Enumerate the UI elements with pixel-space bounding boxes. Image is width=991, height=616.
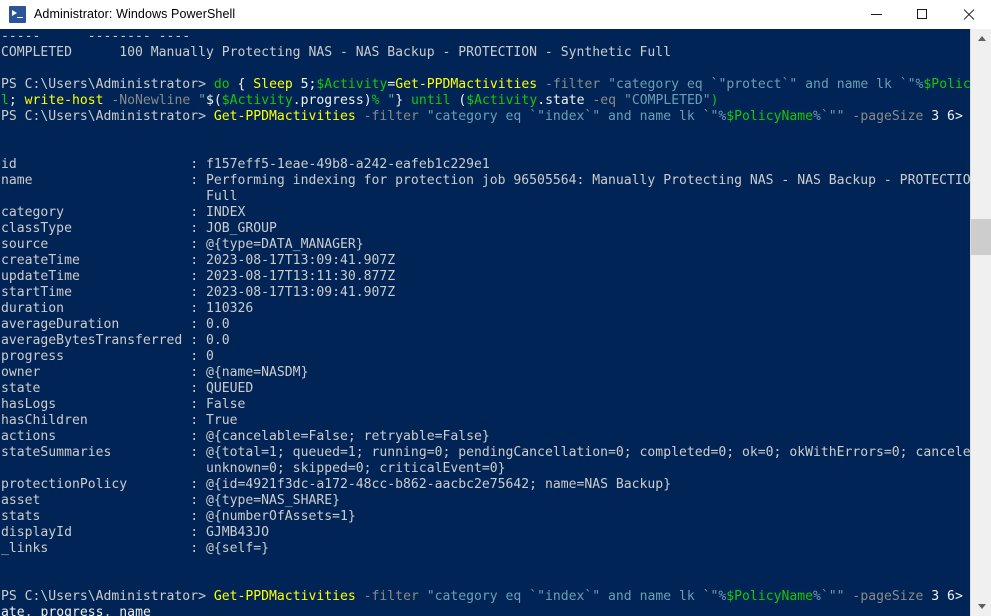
scroll-down-arrow-icon (977, 604, 986, 609)
minimize-button[interactable] (853, 0, 899, 28)
close-button[interactable] (945, 0, 991, 28)
property-averageduration: averageDuration : 0.0 (1, 317, 230, 332)
property-name: name : Performing indexing for protectio… (1, 173, 970, 188)
maximize-icon (917, 9, 927, 19)
scroll-down-button[interactable] (971, 597, 991, 616)
property-state: state : QUEUED (1, 381, 254, 396)
property-category: category : INDEX (1, 205, 246, 220)
title-bar[interactable]: Administrator: Windows PowerShell (0, 0, 991, 29)
vertical-scrollbar[interactable] (970, 29, 991, 616)
window-controls (853, 0, 991, 28)
command-line-index-pagesize: PS C:\Users\Administrator> Get-PPDMactiv… (1, 109, 963, 124)
property-haslogs: hasLogs : False (1, 397, 246, 412)
property-protectionpolicy: protectionPolicy : @{id=4921f3dc-a172-48… (1, 477, 672, 492)
scrollbar-thumb[interactable] (971, 219, 991, 255)
property-statesummaries: stateSummaries : @{total=1; queued=1; ru… (1, 445, 970, 460)
close-icon (962, 8, 974, 20)
table-row: COMPLETED 100 Manually Protecting NAS - … (1, 45, 672, 60)
property-actions: actions : @{cancelable=False; retryable=… (1, 429, 490, 444)
scroll-up-arrow-icon (977, 36, 986, 41)
minimize-icon (870, 13, 882, 15)
command-line-index-ft-wrap: ate, progress, name (1, 605, 151, 616)
powershell-window: Administrator: Windows PowerShell ----- … (0, 0, 991, 616)
property-starttime: startTime : 2023-08-17T13:09:41.907Z (1, 285, 396, 300)
console-area[interactable]: ----- -------- ---- COMPLETED 100 Manual… (0, 29, 991, 616)
property-displayid: displayId : GJMB43JO (1, 525, 270, 540)
property-createtime: createTime : 2023-08-17T13:09:41.907Z (1, 253, 396, 268)
maximize-button[interactable] (899, 0, 945, 28)
property-classtype: classType : JOB_GROUP (1, 221, 277, 236)
property-links: _links : @{self=} (1, 541, 270, 556)
property-progress: progress : 0 (1, 349, 214, 364)
property-stats: stats : @{numberOfAssets=1} (1, 509, 356, 524)
command-line-protect-loop: PS C:\Users\Administrator> do { Sleep 5;… (1, 77, 970, 92)
table-separator-row: ----- -------- ---- (1, 29, 191, 44)
property-source: source : @{type=DATA_MANAGER} (1, 237, 364, 252)
property-duration: duration : 110326 (1, 301, 254, 316)
console-output[interactable]: ----- -------- ---- COMPLETED 100 Manual… (0, 29, 970, 616)
property-asset: asset : @{type=NAS_SHARE} (1, 493, 340, 508)
property-owner: owner : @{name=NASDM} (1, 365, 309, 380)
property-id: id : f157eff5-1eae-49b8-a242-eafeb1c229e… (1, 157, 490, 172)
property-statesummaries-wrap: unknown=0; skipped=0; criticalEvent=0} (205, 461, 506, 476)
property-name-wrap: Full (205, 189, 238, 204)
command-line-protect-loop-wrap: l; write-host -NoNewline "$($Activity.pr… (1, 93, 719, 108)
powershell-icon (9, 5, 26, 23)
scroll-up-button[interactable] (971, 29, 991, 48)
property-averagebytestransferred: averageBytesTransferred : 0.0 (1, 333, 230, 348)
window-title: Administrator: Windows PowerShell (34, 7, 236, 21)
command-line-index-ft: PS C:\Users\Administrator> Get-PPDMactiv… (1, 589, 963, 604)
property-haschildren: hasChildren : True (1, 413, 238, 428)
property-updatetime: updateTime : 2023-08-17T13:11:30.877Z (1, 269, 396, 284)
